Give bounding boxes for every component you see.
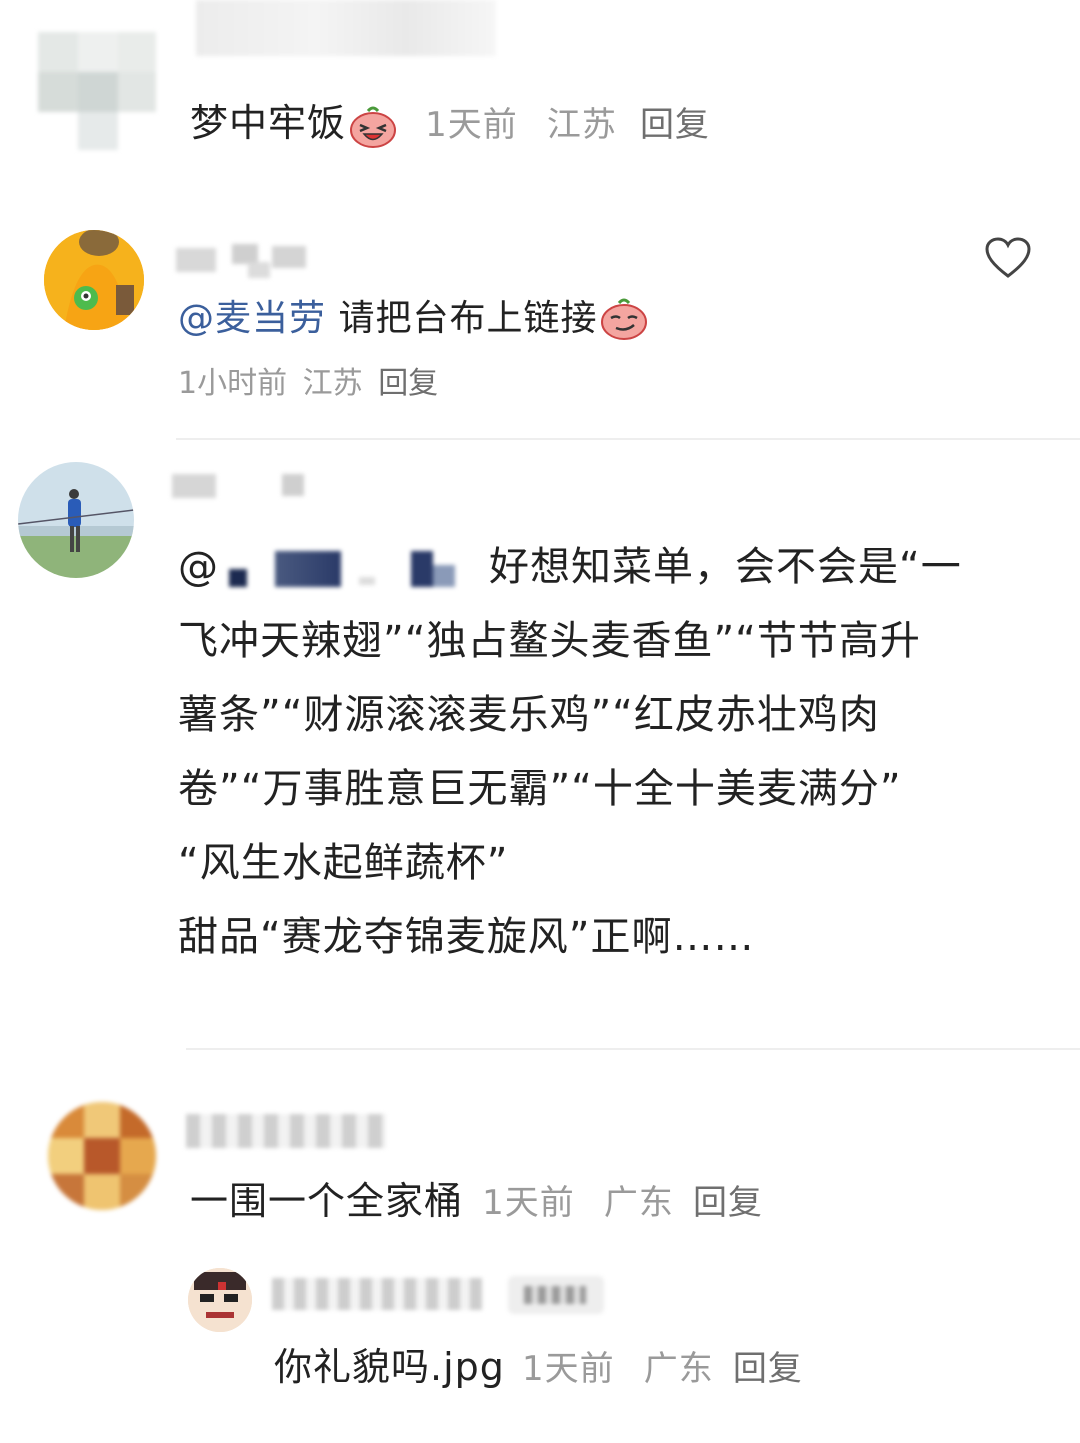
username-redacted[interactable] <box>176 244 306 278</box>
comment-time: 1小时前 <box>178 366 288 401</box>
username-redacted[interactable] <box>172 474 312 500</box>
username-redacted[interactable] <box>186 1114 386 1148</box>
comment-location: 江苏 <box>546 105 617 145</box>
username-redacted[interactable] <box>196 0 496 56</box>
divider <box>186 1048 1080 1050</box>
comment-text: 梦中牢饭 <box>190 101 347 145</box>
avatar[interactable] <box>48 1102 156 1210</box>
comment-text: 请把台布上链接 <box>326 298 598 339</box>
reply-button[interactable]: 回复 <box>733 1349 803 1389</box>
mention-link[interactable]: @麦当劳 <box>178 298 326 339</box>
smirk-face-emoji-icon <box>599 293 649 340</box>
comment-time: 1天前 <box>425 105 518 145</box>
reply-body: 你礼貌吗.jpg 1天前 广东 回复 <box>274 1330 803 1406</box>
comment-meta: 1小时前 江苏 回复 <box>178 358 438 402</box>
comment-line-2: 飞冲天辣翅”“独占鳌头麦香鱼”“节节高升 <box>178 618 921 664</box>
comment-line-6: 甜品“赛龙夺锦麦旋风”正啊…… <box>178 914 755 960</box>
avatar[interactable] <box>18 462 134 578</box>
comment-body: @ 好想知菜单，会不会是“一 飞冲天辣翅”“独占鳌头麦香鱼”“节节高升 薯条”“… <box>178 530 962 974</box>
reply-button[interactable]: 回复 <box>640 105 710 145</box>
reply-text: 你礼貌吗.jpg <box>274 1345 505 1389</box>
reply-button[interactable]: 回复 <box>378 366 438 401</box>
laughing-face-emoji-icon <box>348 99 398 148</box>
comment-time: 1天前 <box>482 1183 575 1223</box>
like-heart-icon[interactable] <box>984 236 1032 280</box>
divider <box>176 438 1080 440</box>
author-badge <box>508 1276 604 1314</box>
mention-redacted[interactable] <box>219 547 489 591</box>
comment-body: 一围一个全家桶 1天前 广东 回复 <box>190 1164 763 1240</box>
comment-location: 广东 <box>603 1183 674 1223</box>
mention-link[interactable]: @ <box>178 544 219 590</box>
comment-text: 好想知菜单，会不会是“一 <box>489 544 962 590</box>
reply-location: 广东 <box>643 1349 714 1389</box>
comment-line-5: “风生水起鲜蔬杯” <box>178 840 509 886</box>
comment-body: @麦当劳 请把台布上链接 <box>178 282 649 356</box>
reply-button[interactable]: 回复 <box>693 1183 763 1223</box>
username-redacted[interactable] <box>272 1278 482 1310</box>
avatar[interactable] <box>44 230 144 330</box>
comment-line-3: 薯条”“财源滚滚麦乐鸡”“红皮赤壮鸡肉 <box>178 692 880 738</box>
comment-line-4: 卷”“万事胜意巨无霸”“十全十美麦满分” <box>178 766 902 812</box>
comment-location: 江苏 <box>302 366 363 401</box>
avatar[interactable] <box>38 32 156 150</box>
comment-line-1: @ 好想知菜单，会不会是“一 <box>178 530 962 604</box>
reply-time: 1天前 <box>521 1349 615 1389</box>
comment-body: 梦中牢饭 1天前 江苏 回复 <box>190 86 710 162</box>
avatar[interactable] <box>188 1268 252 1332</box>
comment-text: 一围一个全家桶 <box>190 1179 464 1223</box>
